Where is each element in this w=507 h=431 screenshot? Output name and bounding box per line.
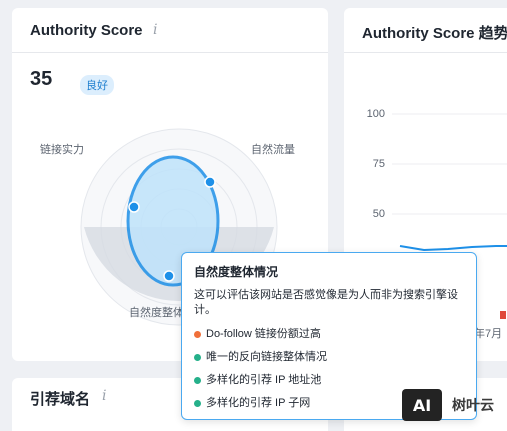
tooltip-factor-item: Do-follow 链接份额过高 <box>194 326 464 349</box>
score-row: 35 良好 <box>30 68 114 95</box>
tooltip-title: 自然度整体情况 <box>194 265 279 279</box>
tooltip-factor-label: 多样化的引荐 IP 地址池 <box>206 374 322 386</box>
score-status-badge: 良好 <box>80 75 114 95</box>
tooltip-factor-item: 唯一的反向链接整体情况 <box>194 349 464 372</box>
referring-domains-title: 引荐域名 <box>30 391 91 408</box>
status-dot-icon <box>194 400 201 407</box>
radar-point <box>163 270 175 282</box>
tooltip-description: 这可以评估该网站是否感觉像是为人而非为搜索引擎设计。 <box>194 289 458 316</box>
status-dot-icon <box>194 354 201 361</box>
radar-point <box>128 201 140 213</box>
watermark: AI 树叶云 <box>402 382 506 428</box>
y-tick-50: 50 <box>372 208 385 220</box>
info-icon[interactable]: i <box>102 388 106 404</box>
status-dot-icon <box>194 331 201 338</box>
x-axis-label: 年7月 <box>474 328 503 340</box>
trend-line <box>399 245 507 252</box>
radar-label-organic-traffic: 自然流量 <box>251 144 295 156</box>
tooltip-factor-label: 多样化的引荐 IP 子网 <box>206 397 311 409</box>
watermark-logo-icon: AI <box>402 389 442 421</box>
status-dot-icon <box>194 377 201 384</box>
watermark-name: 树叶云 <box>452 397 494 413</box>
radar-label-naturalness: 自然度整体 <box>129 307 184 319</box>
tooltip-factor-label: Do-follow 链接份额过高 <box>206 328 321 340</box>
y-tick-75: 75 <box>372 158 385 170</box>
tooltip-factor-label: 唯一的反向链接整体情况 <box>206 351 327 363</box>
y-tick-100: 100 <box>366 108 385 120</box>
authority-score-value: 35 <box>30 68 53 90</box>
flag-marker <box>500 311 506 319</box>
radar-label-link-power: 链接实力 <box>40 144 84 156</box>
radar-point <box>204 176 216 188</box>
